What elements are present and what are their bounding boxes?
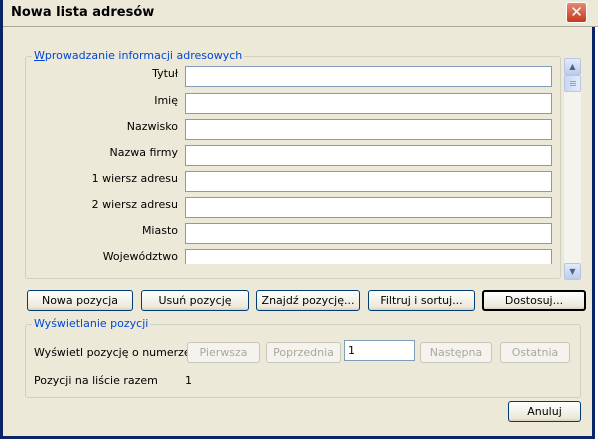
field-label-company: Nazwa firmy — [109, 146, 178, 159]
total-entries-value: 1 — [185, 374, 192, 387]
delete-entry-button[interactable]: Usuń pozycję — [141, 290, 249, 311]
close-icon: ✕ — [570, 3, 583, 21]
arrow-up-icon: ▲ — [569, 62, 576, 71]
new-entry-button[interactable]: Nowa pozycja — [27, 290, 133, 311]
company-field[interactable] — [185, 145, 552, 166]
field-label-last-name: Nazwisko — [126, 120, 178, 133]
last-name-field[interactable] — [185, 119, 552, 140]
field-label-city: Miasto — [141, 224, 178, 237]
title-bar[interactable]: Nowa lista adresów ✕ — [3, 0, 598, 26]
next-entry-button[interactable]: Następna — [420, 342, 492, 363]
filter-sort-button[interactable]: Filtruj i sortuj... — [368, 290, 475, 311]
title-field[interactable] — [185, 66, 552, 87]
address-line-2-field[interactable] — [185, 197, 552, 218]
scroll-thumb[interactable] — [564, 75, 581, 92]
field-label-title: Tytuł — [152, 67, 178, 80]
window-title: Nowa lista adresów — [11, 5, 155, 20]
scroll-down-button[interactable]: ▼ — [564, 263, 581, 280]
first-name-field[interactable] — [185, 93, 552, 114]
address-line-1-field[interactable] — [185, 171, 552, 192]
arrow-down-icon: ▼ — [569, 267, 576, 276]
field-label-province: Województwo — [102, 250, 178, 263]
customize-button[interactable]: Dostosuj... — [482, 290, 586, 311]
city-field[interactable] — [185, 223, 552, 244]
first-entry-button[interactable]: Pierwsza — [187, 342, 260, 363]
scroll-up-button[interactable]: ▲ — [564, 58, 581, 75]
show-entry-number-label: Wyświetl pozycję o numerze — [34, 346, 191, 359]
entry-number-field[interactable] — [344, 340, 415, 361]
close-button[interactable]: ✕ — [566, 2, 587, 23]
address-fields-scroll-area: Tytuł Imię Nazwisko Nazwa firmy 1 wiersz… — [28, 57, 559, 264]
field-label-address-2: 2 wiersz adresu — [91, 198, 178, 211]
dialog-window: Nowa lista adresów ✕ Wprowadzanie inform… — [0, 0, 598, 439]
field-label-address-1: 1 wiersz adresu — [91, 172, 178, 185]
field-label-first-name: Imię — [154, 94, 178, 107]
total-entries-label: Pozycji na liście razem — [34, 374, 158, 387]
previous-entry-button[interactable]: Poprzednia — [266, 342, 341, 363]
last-entry-button[interactable]: Ostatnia — [500, 342, 570, 363]
find-entry-button[interactable]: Znajdź pozycję... — [256, 290, 360, 311]
title-separator — [3, 26, 598, 27]
display-entries-legend: Wyświetlanie pozycji — [32, 317, 151, 330]
vertical-scrollbar[interactable]: ▲ ▼ — [564, 58, 581, 280]
cancel-button[interactable]: Anuluj — [508, 401, 581, 422]
province-field[interactable] — [185, 249, 552, 264]
